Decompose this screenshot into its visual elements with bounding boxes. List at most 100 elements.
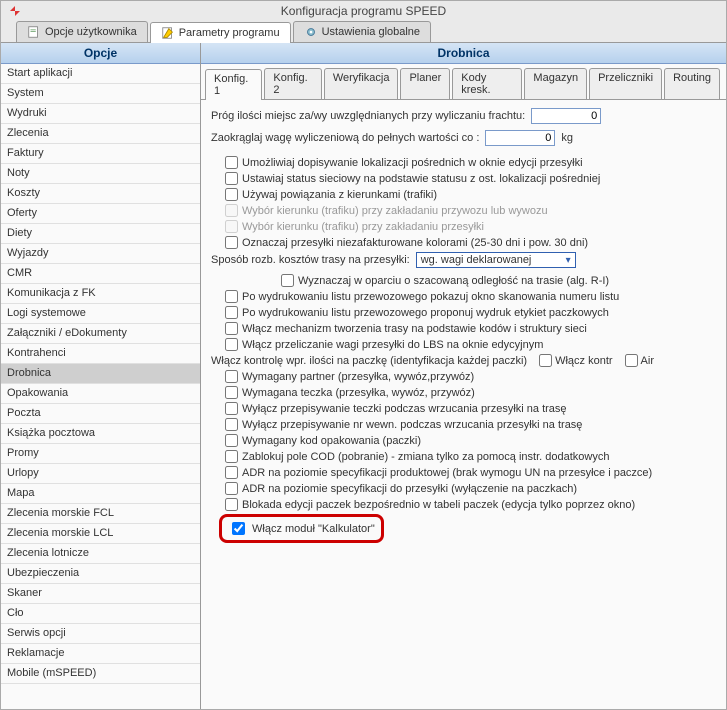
tab-user-options[interactable]: Opcje użytkownika — [16, 21, 148, 42]
sidebar-item[interactable]: Mobile (mSPEED) — [1, 664, 200, 684]
sub-tab[interactable]: Planer — [400, 68, 450, 99]
sidebar-item[interactable]: Cło — [1, 604, 200, 624]
page-pencil-icon — [161, 26, 175, 40]
checkbox[interactable] — [539, 354, 552, 367]
sidebar-item[interactable]: Poczta — [1, 404, 200, 424]
sidebar-item[interactable]: Zlecenia morskie FCL — [1, 504, 200, 524]
sub-tab[interactable]: Routing — [664, 68, 720, 99]
check-adr-product[interactable]: ADR na poziomie specyfikacji produktowej… — [211, 466, 716, 479]
sidebar-item[interactable]: Skaner — [1, 584, 200, 604]
check-scan-after-print[interactable]: Po wydrukowaniu listu przewozowego pokaz… — [211, 290, 716, 303]
checkbox[interactable] — [225, 402, 238, 415]
sub-tab[interactable]: Konfig. 1 — [205, 69, 262, 100]
check-mark-uninvoiced[interactable]: Oznaczaj przesyłki niezafakturowane kolo… — [211, 236, 716, 249]
dropdown-value: wg. wagi deklarowanej — [421, 254, 532, 266]
sidebar-list[interactable]: Start aplikacjiSystemWydrukiZleceniaFakt… — [1, 64, 200, 709]
checkbox[interactable] — [225, 306, 238, 319]
check-use-traffics[interactable]: Używaj powiązania z kierunkami (trafiki) — [211, 188, 716, 201]
content-area: Opcje Start aplikacjiSystemWydrukiZlecen… — [1, 43, 726, 709]
checkbox[interactable] — [225, 370, 238, 383]
sidebar-item[interactable]: Książka pocztowa — [1, 424, 200, 444]
sub-tab[interactable]: Magazyn — [524, 68, 587, 99]
checkbox[interactable] — [281, 274, 294, 287]
tab-program-params[interactable]: Parametry programu — [150, 22, 291, 43]
check-require-partner[interactable]: Wymagany partner (przesyłka, wywóz,przyw… — [211, 370, 716, 383]
sidebar-item[interactable]: Zlecenia — [1, 124, 200, 144]
check-require-folder[interactable]: Wymagana teczka (przesyłka, wywóz, przyw… — [211, 386, 716, 399]
check-lbs-recalc[interactable]: Włącz przeliczanie wagi przesyłki do LBS… — [211, 338, 716, 351]
checkbox[interactable] — [225, 386, 238, 399]
sidebar-item[interactable]: Oferty — [1, 204, 200, 224]
sidebar-item[interactable]: Mapa — [1, 484, 200, 504]
check-label: Włącz przeliczanie wagi przesyłki do LBS… — [242, 339, 543, 351]
sidebar-item[interactable]: Diety — [1, 224, 200, 244]
checkbox[interactable] — [225, 418, 238, 431]
sidebar-item[interactable]: Załączniki / eDokumenty — [1, 324, 200, 344]
check-allow-intermediate[interactable]: Umożliwiaj dopisywanie lokalizacji pośre… — [211, 156, 716, 169]
sub-tab[interactable]: Weryfikacja — [324, 68, 399, 99]
sub-tab[interactable]: Przeliczniki — [589, 68, 662, 99]
round-input[interactable] — [485, 130, 555, 146]
tab-global-settings[interactable]: Ustawienia globalne — [293, 21, 431, 42]
check-label: Zablokuj pole COD (pobranie) - zmiana ty… — [242, 451, 609, 463]
sidebar-item[interactable]: Opakowania — [1, 384, 200, 404]
sidebar-item[interactable]: Ubezpieczenia — [1, 564, 200, 584]
check-label: Wyłącz przepisywanie nr wewn. podczas wr… — [242, 419, 582, 431]
sidebar-item[interactable]: Drobnica — [1, 364, 200, 384]
check-adr-shipment[interactable]: ADR na poziomie specyfikacji do przesyłk… — [211, 482, 716, 495]
sidebar-item[interactable]: CMR — [1, 264, 200, 284]
sidebar-item[interactable]: Noty — [1, 164, 200, 184]
checkbox[interactable] — [225, 498, 238, 511]
page-icon — [27, 25, 41, 39]
checkbox[interactable] — [225, 338, 238, 351]
sidebar-item[interactable]: Kontrahenci — [1, 344, 200, 364]
check-require-pack-code[interactable]: Wymagany kod opakowania (paczki) — [211, 434, 716, 447]
sidebar-item[interactable]: Koszty — [1, 184, 200, 204]
sidebar-item[interactable]: Zlecenia lotnicze — [1, 544, 200, 564]
checkbox[interactable] — [225, 322, 238, 335]
sidebar-item[interactable]: Wyjazdy — [1, 244, 200, 264]
sidebar-item[interactable]: Faktury — [1, 144, 200, 164]
check-lock-cod[interactable]: Zablokuj pole COD (pobranie) - zmiana ty… — [211, 450, 716, 463]
check-estimate-distance[interactable]: Wyznaczaj w oparciu o szacowaną odległoś… — [211, 274, 716, 287]
row-enable-calculator: Włącz moduł "Kalkulator" — [211, 514, 716, 543]
sidebar-item[interactable]: Komunikacja z FK — [1, 284, 200, 304]
cost-split-dropdown[interactable]: wg. wagi deklarowanej ▾ — [416, 252, 576, 268]
threshold-input[interactable] — [531, 108, 601, 124]
checkbox[interactable] — [225, 466, 238, 479]
sub-tab[interactable]: Konfig. 2 — [264, 68, 321, 99]
check-enable-control[interactable]: Włącz kontr — [539, 354, 612, 367]
sub-tab[interactable]: Kody kresk. — [452, 68, 522, 99]
sidebar-item[interactable]: Zlecenia morskie LCL — [1, 524, 200, 544]
checkbox[interactable] — [225, 172, 238, 185]
checkbox[interactable] — [625, 354, 638, 367]
sidebar-item[interactable]: Reklamacje — [1, 644, 200, 664]
check-label-after-print[interactable]: Po wydrukowaniu listu przewozowego propo… — [211, 306, 716, 319]
check-label: Włącz moduł "Kalkulator" — [252, 523, 375, 535]
sidebar-item[interactable]: Serwis opcji — [1, 624, 200, 644]
check-lock-pack-edit[interactable]: Blokada edycji paczek bezpośrednio w tab… — [211, 498, 716, 511]
check-label: ADR na poziomie specyfikacji produktowej… — [242, 467, 652, 479]
checkbox[interactable] — [225, 482, 238, 495]
check-air[interactable]: Air — [625, 354, 654, 367]
check-label: Po wydrukowaniu listu przewozowego propo… — [242, 307, 609, 319]
checkbox-enable-calculator[interactable] — [232, 522, 245, 535]
check-skip-internal-no[interactable]: Wyłącz przepisywanie nr wewn. podczas wr… — [211, 418, 716, 431]
sidebar-item[interactable]: Promy — [1, 444, 200, 464]
checkbox[interactable] — [225, 290, 238, 303]
sidebar-item[interactable]: Logi systemowe — [1, 304, 200, 324]
check-network-status[interactable]: Ustawiaj status sieciowy na podstawie st… — [211, 172, 716, 185]
form-area: Próg ilości miejsc za/wy uwzględnianych … — [201, 100, 726, 709]
checkbox[interactable] — [225, 236, 238, 249]
checkbox[interactable] — [225, 188, 238, 201]
sidebar-item[interactable]: System — [1, 84, 200, 104]
sidebar-item[interactable]: Start aplikacji — [1, 64, 200, 84]
sidebar-item[interactable]: Urlopy — [1, 464, 200, 484]
check-skip-folder-copy[interactable]: Wyłącz przepisywanie teczki podczas wrzu… — [211, 402, 716, 415]
check-label: Ustawiaj status sieciowy na podstawie st… — [242, 173, 600, 185]
checkbox[interactable] — [225, 450, 238, 463]
checkbox[interactable] — [225, 156, 238, 169]
sidebar-item[interactable]: Wydruki — [1, 104, 200, 124]
checkbox[interactable] — [225, 434, 238, 447]
check-route-mechanism[interactable]: Włącz mechanizm tworzenia trasy na podst… — [211, 322, 716, 335]
